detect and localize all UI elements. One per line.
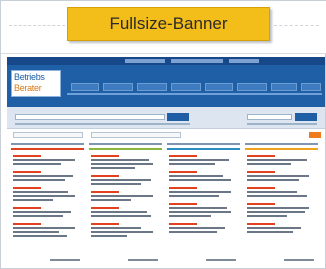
news-entry[interactable] — [13, 207, 79, 219]
filter-bar — [13, 132, 321, 139]
nav-underline — [67, 93, 322, 95]
more-link[interactable] — [128, 259, 158, 261]
login-input[interactable] — [247, 114, 292, 120]
news-entry[interactable] — [247, 203, 313, 219]
news-entry[interactable] — [247, 155, 313, 167]
news-entry[interactable] — [169, 187, 235, 199]
news-entry[interactable] — [91, 207, 157, 219]
more-link[interactable] — [50, 259, 80, 261]
logo-line-1: Betriebs — [14, 72, 45, 82]
news-entry[interactable] — [247, 223, 313, 235]
column-color-rule — [245, 148, 318, 150]
news-entry[interactable] — [13, 155, 79, 167]
column-color-rule — [167, 148, 240, 150]
news-column — [245, 143, 318, 261]
news-column — [89, 143, 162, 261]
column-color-rule — [11, 148, 84, 150]
login-options[interactable] — [247, 123, 317, 125]
news-entry[interactable] — [169, 203, 235, 219]
nav-item[interactable] — [301, 83, 321, 91]
news-entry[interactable] — [91, 175, 157, 187]
banner-area: Fullsize-Banner — [1, 1, 326, 54]
more-link[interactable] — [284, 259, 314, 261]
nav-item[interactable] — [171, 83, 201, 91]
search-input[interactable] — [15, 114, 165, 120]
search-options[interactable] — [15, 123, 190, 125]
column-heading — [167, 143, 240, 145]
nav-item[interactable] — [271, 83, 297, 91]
nav-item[interactable] — [137, 83, 167, 91]
news-column — [11, 143, 84, 261]
header-link[interactable] — [229, 59, 259, 63]
news-entry[interactable] — [13, 171, 79, 183]
filter-select[interactable] — [13, 132, 83, 138]
nav-item[interactable] — [205, 83, 233, 91]
nav-item[interactable] — [71, 83, 99, 91]
banner-guide-right — [274, 25, 319, 26]
column-heading — [245, 143, 318, 145]
site-top-bar — [7, 57, 325, 65]
news-entry[interactable] — [169, 223, 235, 235]
column-heading — [89, 143, 162, 145]
news-entry[interactable] — [169, 155, 235, 167]
login-button[interactable] — [295, 113, 317, 121]
news-entry[interactable] — [169, 171, 235, 183]
nav-item[interactable] — [237, 83, 267, 91]
screenshot-frame: Fullsize-Banner Betriebs Berater — [0, 0, 326, 269]
news-entry[interactable] — [247, 187, 313, 199]
fullsize-banner[interactable]: Fullsize-Banner — [67, 7, 270, 41]
site-logo[interactable]: Betriebs Berater — [11, 70, 61, 97]
column-color-rule — [89, 148, 162, 150]
banner-guide-left — [9, 25, 65, 26]
header-link[interactable] — [125, 59, 165, 63]
news-entry[interactable] — [247, 171, 313, 183]
website-preview: Betriebs Berater — [7, 57, 325, 266]
column-heading — [11, 143, 84, 145]
nav-item[interactable] — [103, 83, 133, 91]
news-entry[interactable] — [13, 187, 79, 203]
header-link[interactable] — [171, 59, 223, 63]
news-entry[interactable] — [13, 223, 79, 239]
search-button[interactable] — [167, 113, 189, 121]
news-column — [167, 143, 240, 261]
news-entry[interactable] — [91, 155, 157, 171]
logo-line-2: Berater — [14, 83, 42, 93]
news-entry[interactable] — [91, 223, 157, 239]
filter-button[interactable] — [309, 132, 321, 138]
news-entry[interactable] — [91, 191, 157, 203]
filter-select[interactable] — [91, 132, 181, 138]
more-link[interactable] — [206, 259, 236, 261]
